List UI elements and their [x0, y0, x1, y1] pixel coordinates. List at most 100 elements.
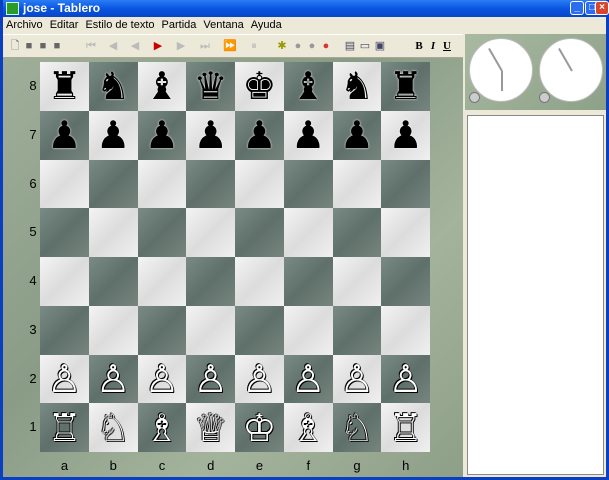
white-pawn-piece[interactable]: ♙: [291, 360, 325, 398]
square-f5[interactable]: [283, 208, 333, 257]
black-knight-piece[interactable]: ♞: [340, 67, 374, 105]
square-g3[interactable]: [332, 305, 382, 355]
square-h2[interactable]: ♙: [381, 354, 430, 404]
square-d5[interactable]: [186, 208, 235, 257]
white-bishop-piece[interactable]: ♗: [145, 409, 179, 447]
square-f4[interactable]: [283, 257, 333, 306]
square-a4[interactable]: [40, 257, 89, 306]
back-fast-icon[interactable]: ◀: [107, 40, 119, 52]
square-g1[interactable]: ♘: [332, 403, 382, 452]
black-bishop-piece[interactable]: ♝: [291, 67, 325, 105]
black-king-piece[interactable]: ♚: [242, 67, 276, 105]
square-a7[interactable]: ♟: [40, 110, 89, 160]
square-g5[interactable]: [332, 208, 382, 257]
doc-icon[interactable]: ▤: [344, 40, 356, 52]
square-b5[interactable]: [88, 208, 138, 257]
square-c8[interactable]: ♝: [137, 62, 187, 111]
square-b1[interactable]: ♘: [88, 403, 138, 452]
square-d2[interactable]: ♙: [186, 354, 235, 404]
square-h6[interactable]: [381, 159, 430, 209]
black-rook-piece[interactable]: ♜: [47, 67, 81, 105]
black-knight-piece[interactable]: ♞: [96, 67, 130, 105]
white-pawn-piece[interactable]: ♙: [194, 360, 228, 398]
square-c3[interactable]: [137, 305, 187, 355]
square-e7[interactable]: ♟: [235, 110, 284, 160]
circle-icon[interactable]: ●: [292, 40, 304, 52]
square-b3[interactable]: [88, 305, 138, 355]
white-queen-piece[interactable]: ♕: [194, 409, 228, 447]
square-e5[interactable]: [235, 208, 284, 257]
square-c7[interactable]: ♟: [137, 110, 187, 160]
square-c6[interactable]: [137, 159, 187, 209]
white-pawn-piece[interactable]: ♙: [47, 360, 81, 398]
menu-ventana[interactable]: Ventana: [203, 19, 243, 31]
menu-partida[interactable]: Partida: [162, 19, 197, 31]
square-f1[interactable]: ♗: [283, 403, 333, 452]
square-e8[interactable]: ♚: [235, 62, 284, 111]
square-h3[interactable]: [381, 305, 430, 355]
print-icon[interactable]: ■: [51, 40, 63, 52]
square-c4[interactable]: [137, 257, 187, 306]
menu-archivo[interactable]: Archivo: [6, 19, 43, 31]
black-pawn-piece[interactable]: ♟: [47, 116, 81, 154]
fast-forward-icon[interactable]: ⏩: [223, 40, 237, 52]
last-icon[interactable]: ⏭: [199, 40, 211, 52]
square-g2[interactable]: ♙: [332, 354, 382, 404]
square-e1[interactable]: ♔: [235, 403, 284, 452]
square-e4[interactable]: [235, 257, 284, 306]
square-d8[interactable]: ♛: [186, 62, 235, 111]
square-f6[interactable]: [283, 159, 333, 209]
white-rook-piece[interactable]: ♖: [389, 409, 423, 447]
square-d1[interactable]: ♕: [186, 403, 235, 452]
black-pawn-piece[interactable]: ♟: [389, 116, 423, 154]
forward-icon[interactable]: ▶: [175, 40, 187, 52]
bold-button[interactable]: B: [413, 40, 425, 52]
square-g7[interactable]: ♟: [332, 110, 382, 160]
minimize-button[interactable]: _: [570, 1, 584, 15]
black-pawn-piece[interactable]: ♟: [145, 116, 179, 154]
stop-icon[interactable]: ●: [320, 40, 332, 52]
square-h1[interactable]: ♖: [381, 403, 430, 452]
square-d3[interactable]: [186, 305, 235, 355]
black-bishop-piece[interactable]: ♝: [145, 67, 179, 105]
black-pawn-piece[interactable]: ♟: [96, 116, 130, 154]
square-a5[interactable]: [40, 208, 89, 257]
square-a2[interactable]: ♙: [40, 354, 89, 404]
black-pawn-piece[interactable]: ♟: [291, 116, 325, 154]
back-icon[interactable]: ◀: [129, 40, 141, 52]
white-king-piece[interactable]: ♔: [242, 409, 276, 447]
white-knight-piece[interactable]: ♘: [340, 409, 374, 447]
menu-estilo-de-texto[interactable]: Estilo de texto: [85, 19, 154, 31]
square-a8[interactable]: ♜: [40, 62, 89, 111]
menu-ayuda[interactable]: Ayuda: [251, 19, 282, 31]
italic-button[interactable]: I: [427, 40, 439, 52]
square-e6[interactable]: [235, 159, 284, 209]
square-a6[interactable]: [40, 159, 89, 209]
white-pawn-piece[interactable]: ♙: [145, 360, 179, 398]
square-g6[interactable]: [332, 159, 382, 209]
first-icon[interactable]: ⏮: [85, 40, 97, 52]
new-icon[interactable]: 🗋: [9, 40, 21, 52]
square-a3[interactable]: [40, 305, 89, 355]
black-queen-piece[interactable]: ♛: [194, 67, 228, 105]
pause-icon[interactable]: ⏸: [248, 40, 260, 52]
engine-icon[interactable]: ✱: [276, 40, 288, 52]
white-pawn-piece[interactable]: ♙: [242, 360, 276, 398]
notation-panel[interactable]: [467, 115, 604, 475]
square-b8[interactable]: ♞: [88, 62, 138, 111]
square-h8[interactable]: ♜: [381, 62, 430, 111]
black-pawn-piece[interactable]: ♟: [340, 116, 374, 154]
square-d4[interactable]: [186, 257, 235, 306]
chess-board[interactable]: ♜ ♞ ♝ ♛ ♚ ♝ ♞ ♜ ♟ ♟ ♟ ♟ ♟ ♟ ♟ ♟ ♙ ♙ ♙ ♙ ♙ ♙ ♙ ♙ ♖ ♘ ♗ ♕ ♔ ♗ ♘ ♖: [40, 62, 430, 452]
square-c5[interactable]: [137, 208, 187, 257]
black-pawn-piece[interactable]: ♟: [194, 116, 228, 154]
square-b6[interactable]: [88, 159, 138, 209]
square-b2[interactable]: ♙: [88, 354, 138, 404]
square-f7[interactable]: ♟: [283, 110, 333, 160]
square-g8[interactable]: ♞: [332, 62, 382, 111]
clock-button-black[interactable]: [539, 92, 550, 103]
square-e2[interactable]: ♙: [235, 354, 284, 404]
square-f3[interactable]: [283, 305, 333, 355]
save-icon[interactable]: ■: [23, 40, 35, 52]
square-f2[interactable]: ♙: [283, 354, 333, 404]
